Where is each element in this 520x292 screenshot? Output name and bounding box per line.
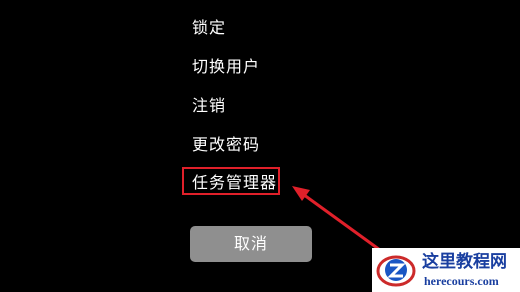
menu-item-sign-out[interactable]: 注销 <box>192 96 226 116</box>
logo-icon <box>376 255 416 287</box>
arrow-shaft <box>299 190 381 252</box>
watermark: 这里教程网 herecours.com <box>372 248 520 292</box>
highlight-box <box>182 167 280 195</box>
menu-item-lock[interactable]: 锁定 <box>192 18 226 38</box>
arrow-head-icon <box>292 186 310 201</box>
watermark-url: herecours.com <box>424 274 499 288</box>
menu-item-change-password[interactable]: 更改密码 <box>192 135 260 155</box>
watermark-title: 这里教程网 <box>422 252 507 272</box>
menu-item-switch-user[interactable]: 切换用户 <box>192 57 260 77</box>
cancel-button[interactable]: 取消 <box>190 226 312 262</box>
